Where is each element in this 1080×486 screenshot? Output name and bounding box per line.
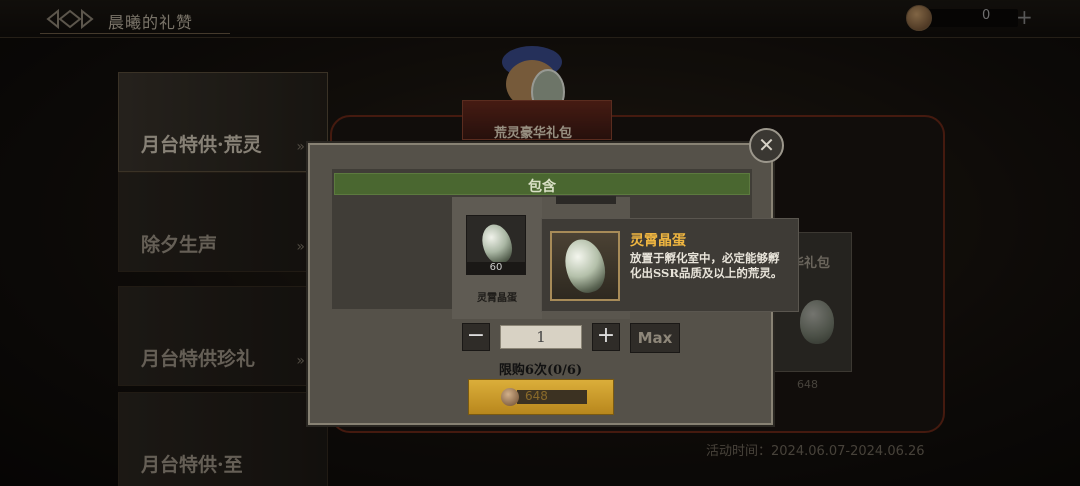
tooltip-title: 灵霄晶蛋	[630, 233, 686, 249]
tooltip-description: 放置于孵化室中，必定能够孵化出SSR品质及以上的荒灵。	[630, 251, 783, 280]
increase-button[interactable]: +	[592, 323, 620, 351]
contains-header: 包含	[334, 173, 750, 195]
item-cell-egg[interactable]: 60 灵霄晶蛋	[452, 197, 542, 319]
item-frame	[556, 196, 616, 204]
item-tooltip: 灵霄晶蛋 放置于孵化室中，必定能够孵化出SSR品质及以上的荒灵。	[541, 218, 799, 312]
decrease-button[interactable]: −	[462, 323, 490, 351]
quantity-stepper: − 1 + Max	[462, 323, 702, 353]
egg-icon	[477, 220, 517, 268]
tooltip-item-frame	[550, 231, 620, 301]
buy-button[interactable]: 648	[468, 379, 614, 415]
contains-label: 包含	[528, 179, 556, 195]
item-label: 灵霄晶蛋	[477, 293, 517, 304]
max-button[interactable]: Max	[630, 323, 680, 353]
quantity-input[interactable]: 1	[500, 325, 582, 349]
purchase-limit: 限购6次(0/6)	[498, 363, 583, 378]
egg-icon	[559, 235, 611, 297]
coin-icon	[501, 388, 519, 406]
item-frame: 60	[466, 215, 526, 275]
item-count: 60	[467, 262, 525, 274]
close-button[interactable]: ✕	[749, 128, 784, 163]
buy-price: 648	[525, 389, 548, 403]
